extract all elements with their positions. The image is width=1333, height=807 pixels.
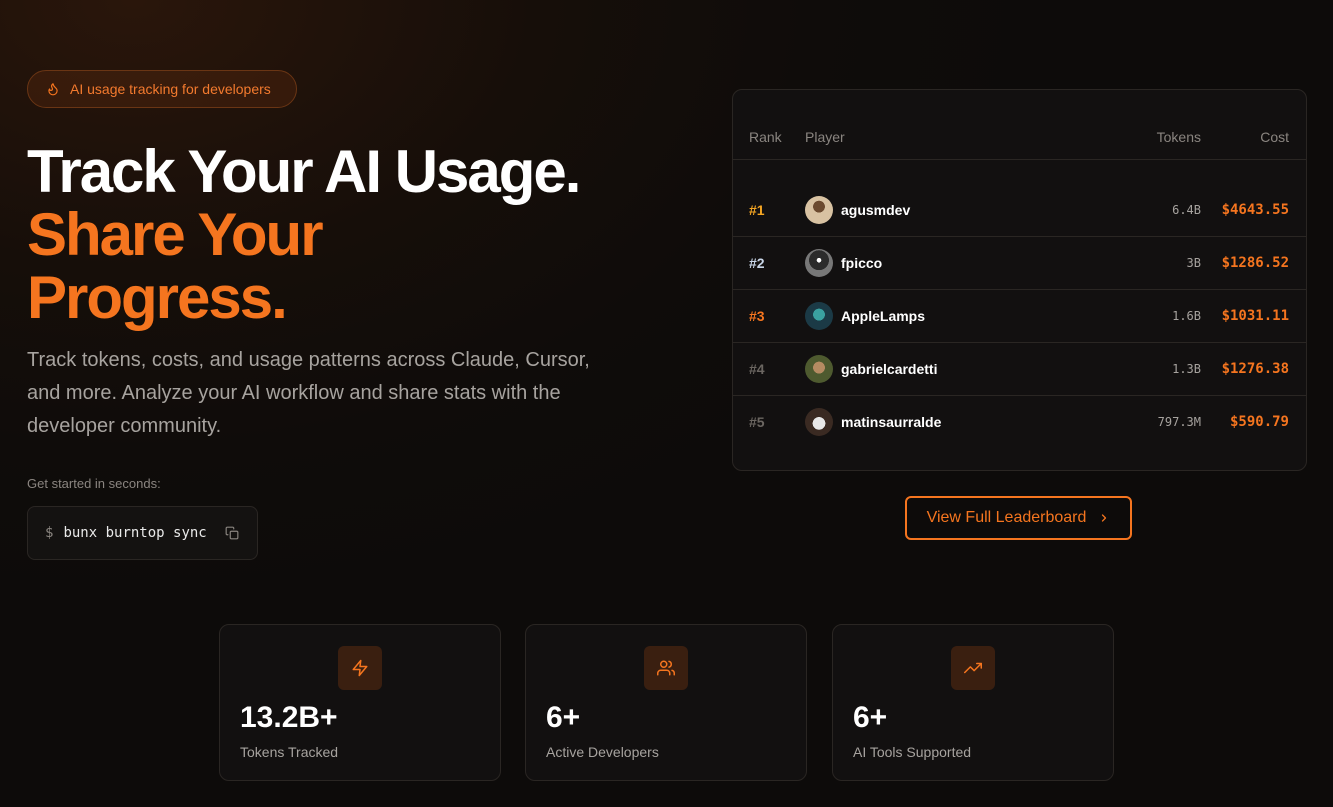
stat-card-developers: 6+ Active Developers <box>525 624 807 781</box>
table-row[interactable]: #5 matinsaurralde 797.3M $590.79 <box>733 396 1306 449</box>
row-rank: #1 <box>749 202 765 218</box>
row-tokens: 797.3M <box>1157 415 1201 429</box>
users-icon <box>657 660 675 676</box>
hero-badge: AI usage tracking for developers <box>27 70 297 108</box>
view-full-leaderboard-button[interactable]: View Full Leaderboard <box>905 496 1132 540</box>
column-header-cost: Cost <box>1260 129 1289 145</box>
lightning-icon <box>352 659 368 677</box>
avatar <box>805 302 833 330</box>
row-cost: $1276.38 <box>1221 361 1289 377</box>
row-cost: $4643.55 <box>1221 202 1289 218</box>
trending-up-icon-box <box>951 646 995 690</box>
row-cost: $590.79 <box>1229 414 1289 430</box>
row-player: agusmdev <box>841 202 911 218</box>
avatar <box>805 196 833 224</box>
row-cost: $1031.11 <box>1221 308 1289 324</box>
stat-value: 6+ <box>546 701 581 734</box>
hero-title-line3: Progress. <box>27 264 288 331</box>
row-tokens: 3B <box>1186 256 1201 270</box>
hero-title: Track Your AI Usage. Share Your Progress… <box>27 140 687 329</box>
table-row[interactable]: #4 gabrielcardetti 1.3B $1276.38 <box>733 343 1306 396</box>
install-command: bunx burntop sync <box>63 525 207 541</box>
stat-value: 6+ <box>853 701 888 734</box>
table-row[interactable]: #1 agusmdev 6.4B $4643.55 <box>733 184 1306 237</box>
avatar <box>805 355 833 383</box>
row-player: gabrielcardetti <box>841 361 938 377</box>
row-player: matinsaurralde <box>841 414 942 430</box>
flame-icon <box>48 83 58 96</box>
hero-description: Track tokens, costs, and usage patterns … <box>27 349 590 437</box>
hero-badge-text: AI usage tracking for developers <box>70 81 271 97</box>
get-started-label: Get started in seconds: <box>27 476 161 491</box>
command-prompt: $ <box>45 525 54 541</box>
row-player: fpicco <box>841 255 883 271</box>
table-row[interactable]: #3 AppleLamps 1.6B $1031.11 <box>733 290 1306 343</box>
chevron-right-icon <box>1102 514 1107 522</box>
stat-label: AI Tools Supported <box>853 744 972 760</box>
row-rank: #2 <box>749 255 765 271</box>
leaderboard-table: Rank Player Tokens Cost #1 agusmdev 6.4B… <box>732 89 1307 471</box>
row-tokens: 1.6B <box>1172 309 1201 323</box>
stat-card-tools: 6+ AI Tools Supported <box>832 624 1114 781</box>
copy-icon[interactable] <box>225 526 239 540</box>
column-header-tokens: Tokens <box>1156 129 1201 145</box>
install-command-box: $ bunx burntop sync <box>27 506 258 560</box>
column-header-rank: Rank <box>749 129 782 145</box>
row-rank: #3 <box>749 308 765 324</box>
leaderboard-header: Rank Player Tokens Cost <box>733 90 1306 160</box>
row-tokens: 1.3B <box>1172 362 1201 376</box>
view-full-leaderboard-label: View Full Leaderboard <box>926 509 1087 526</box>
stat-card-tokens: 13.2B+ Tokens Tracked <box>219 624 501 781</box>
lightning-icon-box <box>338 646 382 690</box>
avatar <box>805 408 833 436</box>
row-cost: $1286.52 <box>1221 255 1289 271</box>
avatar <box>805 249 833 277</box>
trending-up-icon <box>964 662 982 674</box>
hero-title-line1: Track Your AI Usage. <box>27 138 581 205</box>
stat-label: Tokens Tracked <box>240 744 339 760</box>
row-player: AppleLamps <box>841 308 926 324</box>
hero-title-line2: Share Your <box>27 201 324 268</box>
users-icon-box <box>644 646 688 690</box>
row-rank: #4 <box>749 361 765 377</box>
table-row[interactable]: #2 fpicco 3B $1286.52 <box>733 237 1306 290</box>
stat-label: Active Developers <box>546 744 659 760</box>
stat-value: 13.2B+ <box>240 701 338 734</box>
row-rank: #5 <box>749 414 765 430</box>
column-header-player: Player <box>805 129 845 145</box>
row-tokens: 6.4B <box>1172 203 1201 217</box>
